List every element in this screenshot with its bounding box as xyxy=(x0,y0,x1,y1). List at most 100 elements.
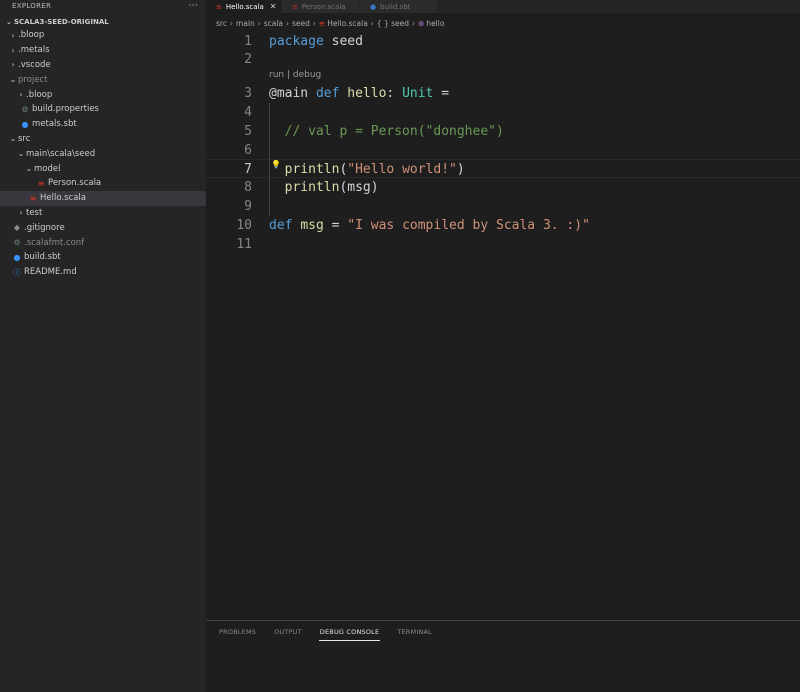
tree-item[interactable]: ⚙ .scalafmt.conf xyxy=(0,235,206,250)
code-text: // val p = Person("donghee") xyxy=(269,122,504,141)
tree-item[interactable]: › test xyxy=(0,206,206,221)
tab-bar-empty xyxy=(438,0,800,13)
tree-item[interactable]: ⌄ project xyxy=(0,72,206,87)
tab-hello-scala[interactable]: ≡ Hello.scala ✕ xyxy=(206,0,282,13)
scala-icon: ≡ xyxy=(29,193,37,203)
scala-icon: ≡ xyxy=(318,18,326,28)
chevron-down-icon: ⌄ xyxy=(6,18,12,26)
tree-item[interactable]: › .metals xyxy=(0,43,206,58)
code-token: msg xyxy=(300,218,324,233)
tree-item[interactable]: ⓘ README.md xyxy=(0,265,206,280)
breadcrumb-item[interactable]: src xyxy=(216,19,227,28)
tree-item-label: build.properties xyxy=(32,104,99,115)
project-folder-name: SCALA3-SEED-ORIGINAL xyxy=(14,18,109,26)
scala-icon: ≡ xyxy=(292,2,298,11)
chevron-down-icon: ⌄ xyxy=(9,75,17,85)
tree-item[interactable]: › .vscode xyxy=(0,58,206,73)
dot-icon: ◆ xyxy=(13,223,21,233)
line-number: 3 xyxy=(244,86,252,101)
tree-item[interactable]: ● build.sbt xyxy=(0,250,206,265)
panel-tab-terminal[interactable]: TERMINAL xyxy=(396,624,433,640)
code-token: = xyxy=(433,86,450,101)
line-number: 5 xyxy=(244,124,252,139)
code-line[interactable]: 4 xyxy=(206,103,800,122)
tree-item[interactable]: ◆ .gitignore xyxy=(0,220,206,235)
chevron-down-icon: ⌄ xyxy=(25,164,33,174)
project-folder-header[interactable]: ⌄ SCALA3-SEED-ORIGINAL xyxy=(0,16,206,28)
scala-icon: ≡ xyxy=(37,178,45,188)
code-text: println("Hello world!") xyxy=(269,160,465,179)
editor-tab-bar: ≡ Hello.scala ✕ ≡ Person.scala ● build.sbt xyxy=(206,0,800,13)
code-token: ) xyxy=(456,162,465,177)
code-line[interactable]: 1 package seed xyxy=(206,32,800,51)
tab-person-scala[interactable]: ≡ Person.scala xyxy=(282,0,360,13)
panel-tab-debug-console[interactable]: DEBUG CONSOLE xyxy=(318,624,381,641)
line-number: 11 xyxy=(236,237,252,252)
code-line[interactable]: 5 // val p = Person("donghee") xyxy=(206,122,800,141)
indent-guide xyxy=(269,103,270,216)
tree-item[interactable]: › .bloop xyxy=(0,28,206,43)
chevron-right-icon: › xyxy=(312,18,316,28)
bottom-panel: PROBLEMS OUTPUT DEBUG CONSOLE TERMINAL xyxy=(206,620,800,692)
chevron-right-icon: › xyxy=(412,18,416,28)
code-line[interactable]: 9 xyxy=(206,197,800,216)
tree-item-label: .bloop xyxy=(18,30,45,41)
tree-item-label: model xyxy=(34,163,61,174)
breadcrumb-item[interactable]: scala xyxy=(264,19,283,28)
code-line[interactable]: 10 def msg = "I was compiled by Scala 3. … xyxy=(206,216,800,235)
tree-item[interactable]: ⌄ src xyxy=(0,132,206,147)
code-line[interactable]: 6 xyxy=(206,141,800,160)
panel-tabs: PROBLEMS OUTPUT DEBUG CONSOLE TERMINAL xyxy=(206,621,800,643)
tree-item-label: .bloop xyxy=(26,89,53,100)
more-actions-icon[interactable]: ··· xyxy=(189,1,198,11)
breadcrumb-item[interactable]: hello xyxy=(426,19,444,28)
tree-item[interactable]: ⌄ model xyxy=(0,161,206,176)
tree-item[interactable]: › .bloop xyxy=(0,87,206,102)
tree-item-label: .gitignore xyxy=(24,222,65,233)
breadcrumb-item[interactable]: { } seed xyxy=(377,19,409,28)
tree-item-label: project xyxy=(18,74,48,85)
breadcrumb-item[interactable]: main xyxy=(236,19,255,28)
tab-build-sbt[interactable]: ● build.sbt xyxy=(360,0,438,13)
tree-item-label: .vscode xyxy=(18,59,51,70)
breadcrumb-item[interactable]: seed xyxy=(292,19,310,28)
tab-label: Hello.scala xyxy=(225,2,264,11)
code-token: = xyxy=(323,218,348,233)
info-icon: ⓘ xyxy=(13,267,21,277)
chevron-down-icon: ⌄ xyxy=(9,134,17,144)
line-number: 1 xyxy=(244,34,252,49)
lightbulb-icon[interactable]: 💡 xyxy=(271,160,281,169)
panel-tab-problems[interactable]: PROBLEMS xyxy=(218,624,257,640)
tree-item[interactable]: ≡ Person.scala xyxy=(0,176,206,191)
tree-item[interactable]: ⚙ build.properties xyxy=(0,102,206,117)
code-token: package xyxy=(269,34,324,49)
chevron-right-icon: › xyxy=(257,18,261,28)
code-line[interactable]: 7 println("Hello world!") xyxy=(206,159,800,178)
tree-item[interactable]: ● metals.sbt xyxy=(0,117,206,132)
tree-item[interactable]: ⌄ main\scala\seed xyxy=(0,146,206,161)
tree-item-label: Hello.scala xyxy=(40,193,86,204)
code-line[interactable]: 11 xyxy=(206,235,800,254)
tree-item[interactable]: ≡ Hello.scala xyxy=(0,190,206,206)
panel-tab-output[interactable]: OUTPUT xyxy=(273,624,303,640)
sbt-icon: ● xyxy=(13,252,21,262)
method-icon: ⊛ xyxy=(418,18,425,28)
codelens-run-debug[interactable]: run | debug xyxy=(269,70,321,80)
code-line[interactable]: 3 @main def hello: Unit = xyxy=(206,84,800,103)
explorer-header: EXPLORER ··· xyxy=(0,0,206,12)
tab-label: Person.scala xyxy=(301,2,346,11)
close-icon[interactable]: ✕ xyxy=(270,2,277,11)
line-number: 8 xyxy=(244,180,252,195)
code-text: println(msg) xyxy=(269,178,379,197)
chevron-right-icon: › xyxy=(19,208,23,218)
code-token: println xyxy=(284,162,340,177)
code-line[interactable]: 2 xyxy=(206,50,800,69)
tab-label: build.sbt xyxy=(380,2,411,11)
gear-icon: ⚙ xyxy=(13,238,21,248)
sbt-icon: ● xyxy=(370,2,377,11)
breadcrumb-item[interactable]: Hello.scala xyxy=(327,19,368,28)
code-editor[interactable]: run | debug 1 package seed 2 3 @main def hel… xyxy=(206,30,800,620)
file-tree: › .bloop › .metals › .vscode ⌄ project › .bloop ⚙ b… xyxy=(0,28,206,280)
code-token: // val p = Person("donghee") xyxy=(284,124,504,139)
code-line[interactable]: 8 println(msg) xyxy=(206,178,800,197)
